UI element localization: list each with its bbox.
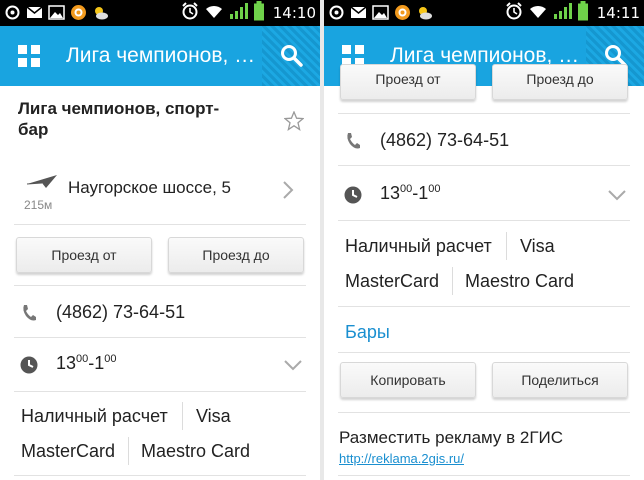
chevron-down-icon bbox=[608, 190, 626, 201]
separator bbox=[506, 232, 507, 260]
separator bbox=[128, 437, 129, 465]
payment-cash: Наличный расчет bbox=[21, 406, 168, 426]
phone-row[interactable]: (4862) 73-64-51 bbox=[324, 119, 644, 161]
ad-title: Разместить рекламу в 2ГИС bbox=[339, 428, 564, 447]
phone-icon bbox=[347, 133, 360, 149]
separator bbox=[452, 267, 453, 295]
signal-icon bbox=[553, 2, 573, 25]
divider bbox=[14, 224, 306, 225]
direction-arrow-icon bbox=[26, 175, 57, 188]
share-button[interactable]: Поделиться bbox=[492, 362, 628, 398]
divider bbox=[338, 352, 630, 353]
hours-row[interactable]: 1300-100 bbox=[0, 342, 320, 386]
route-from-button[interactable]: Проезд от bbox=[340, 64, 476, 100]
app-icon bbox=[394, 4, 411, 21]
grid-icon bbox=[18, 45, 40, 67]
weather-icon bbox=[416, 4, 433, 21]
phone-icon bbox=[23, 305, 36, 321]
payment-mastercard: MasterCard bbox=[21, 441, 116, 461]
mail-icon bbox=[26, 4, 43, 21]
image-icon bbox=[372, 4, 389, 21]
place-card-scrolled: Проезд от Проезд до (4862) 73-64-51 1300… bbox=[324, 64, 644, 480]
app-bar: Лига чемпионов, с... bbox=[0, 26, 320, 86]
distance-label: 215м bbox=[24, 198, 53, 212]
search-icon bbox=[281, 45, 303, 67]
alarm-icon bbox=[181, 1, 199, 25]
payment-visa: Visa bbox=[196, 406, 231, 426]
phone-screen-right: 14:11 Лига чемпионов, с... Проезд от Про… bbox=[324, 0, 644, 480]
divider bbox=[338, 113, 630, 114]
image-icon bbox=[48, 4, 65, 21]
route-from-button[interactable]: Проезд от bbox=[16, 237, 152, 273]
wifi-icon bbox=[527, 2, 549, 25]
battery-icon bbox=[253, 0, 265, 26]
divider bbox=[338, 412, 630, 413]
location-icon bbox=[328, 4, 345, 21]
app-bar-title: Лига чемпионов, с... bbox=[66, 44, 262, 67]
divider bbox=[338, 165, 630, 166]
mail-icon bbox=[350, 4, 367, 21]
status-bar: 14:10 bbox=[0, 0, 320, 26]
app-icon bbox=[70, 4, 87, 21]
phone-number: (4862) 73-64-51 bbox=[56, 302, 186, 322]
star-icon[interactable] bbox=[284, 111, 304, 131]
divider bbox=[14, 475, 306, 476]
grid-menu-button[interactable] bbox=[0, 26, 58, 86]
place-card: Лига чемпионов, спорт-бар 215м Наугорско… bbox=[0, 86, 320, 480]
hours-row[interactable]: 1300-100 bbox=[324, 172, 644, 216]
payment-maestro: Maestro Card bbox=[465, 271, 575, 291]
phone-screen-left: 14:10 Лига чемпионов, с... Лига чемпионо… bbox=[0, 0, 320, 480]
clock-icon bbox=[20, 356, 38, 374]
search-button[interactable] bbox=[262, 26, 320, 86]
battery-icon bbox=[577, 0, 589, 26]
wifi-icon bbox=[203, 2, 225, 25]
separator bbox=[182, 402, 183, 430]
alarm-icon bbox=[505, 1, 523, 25]
clock-icon bbox=[344, 186, 362, 204]
divider bbox=[338, 306, 630, 307]
divider bbox=[14, 391, 306, 392]
divider bbox=[14, 285, 306, 286]
address-row[interactable]: 215м Наугорское шоссе, 5 bbox=[0, 156, 320, 216]
location-icon bbox=[4, 4, 21, 21]
signal-icon bbox=[229, 2, 249, 25]
payment-visa: Visa bbox=[520, 236, 555, 256]
route-to-button[interactable]: Проезд до bbox=[492, 64, 628, 100]
phone-number: (4862) 73-64-51 bbox=[380, 130, 510, 150]
address-text: Наугорское шоссе, 5 bbox=[68, 178, 231, 197]
chevron-right-icon bbox=[283, 181, 294, 199]
payment-maestro: Maestro Card bbox=[141, 441, 251, 461]
payment-mastercard: MasterCard bbox=[345, 271, 440, 291]
phone-row[interactable]: (4862) 73-64-51 bbox=[0, 291, 320, 333]
category-link[interactable]: Бары bbox=[345, 322, 390, 343]
divider bbox=[14, 337, 306, 338]
ad-link[interactable]: http://reklama.2gis.ru/ bbox=[339, 451, 464, 466]
divider bbox=[338, 220, 630, 221]
status-time: 14:10 bbox=[272, 4, 316, 22]
chevron-down-icon bbox=[284, 360, 302, 371]
hours-text: 1300-100 bbox=[56, 353, 117, 373]
status-bar: 14:11 bbox=[324, 0, 644, 26]
status-time: 14:11 bbox=[596, 4, 640, 22]
weather-icon bbox=[92, 4, 109, 21]
route-to-button[interactable]: Проезд до bbox=[168, 237, 304, 273]
copy-button[interactable]: Копировать bbox=[340, 362, 476, 398]
place-name: Лига чемпионов, спорт-бар bbox=[18, 99, 220, 139]
payment-cash: Наличный расчет bbox=[345, 236, 492, 256]
hours-text: 1300-100 bbox=[380, 183, 441, 203]
divider bbox=[338, 475, 630, 476]
